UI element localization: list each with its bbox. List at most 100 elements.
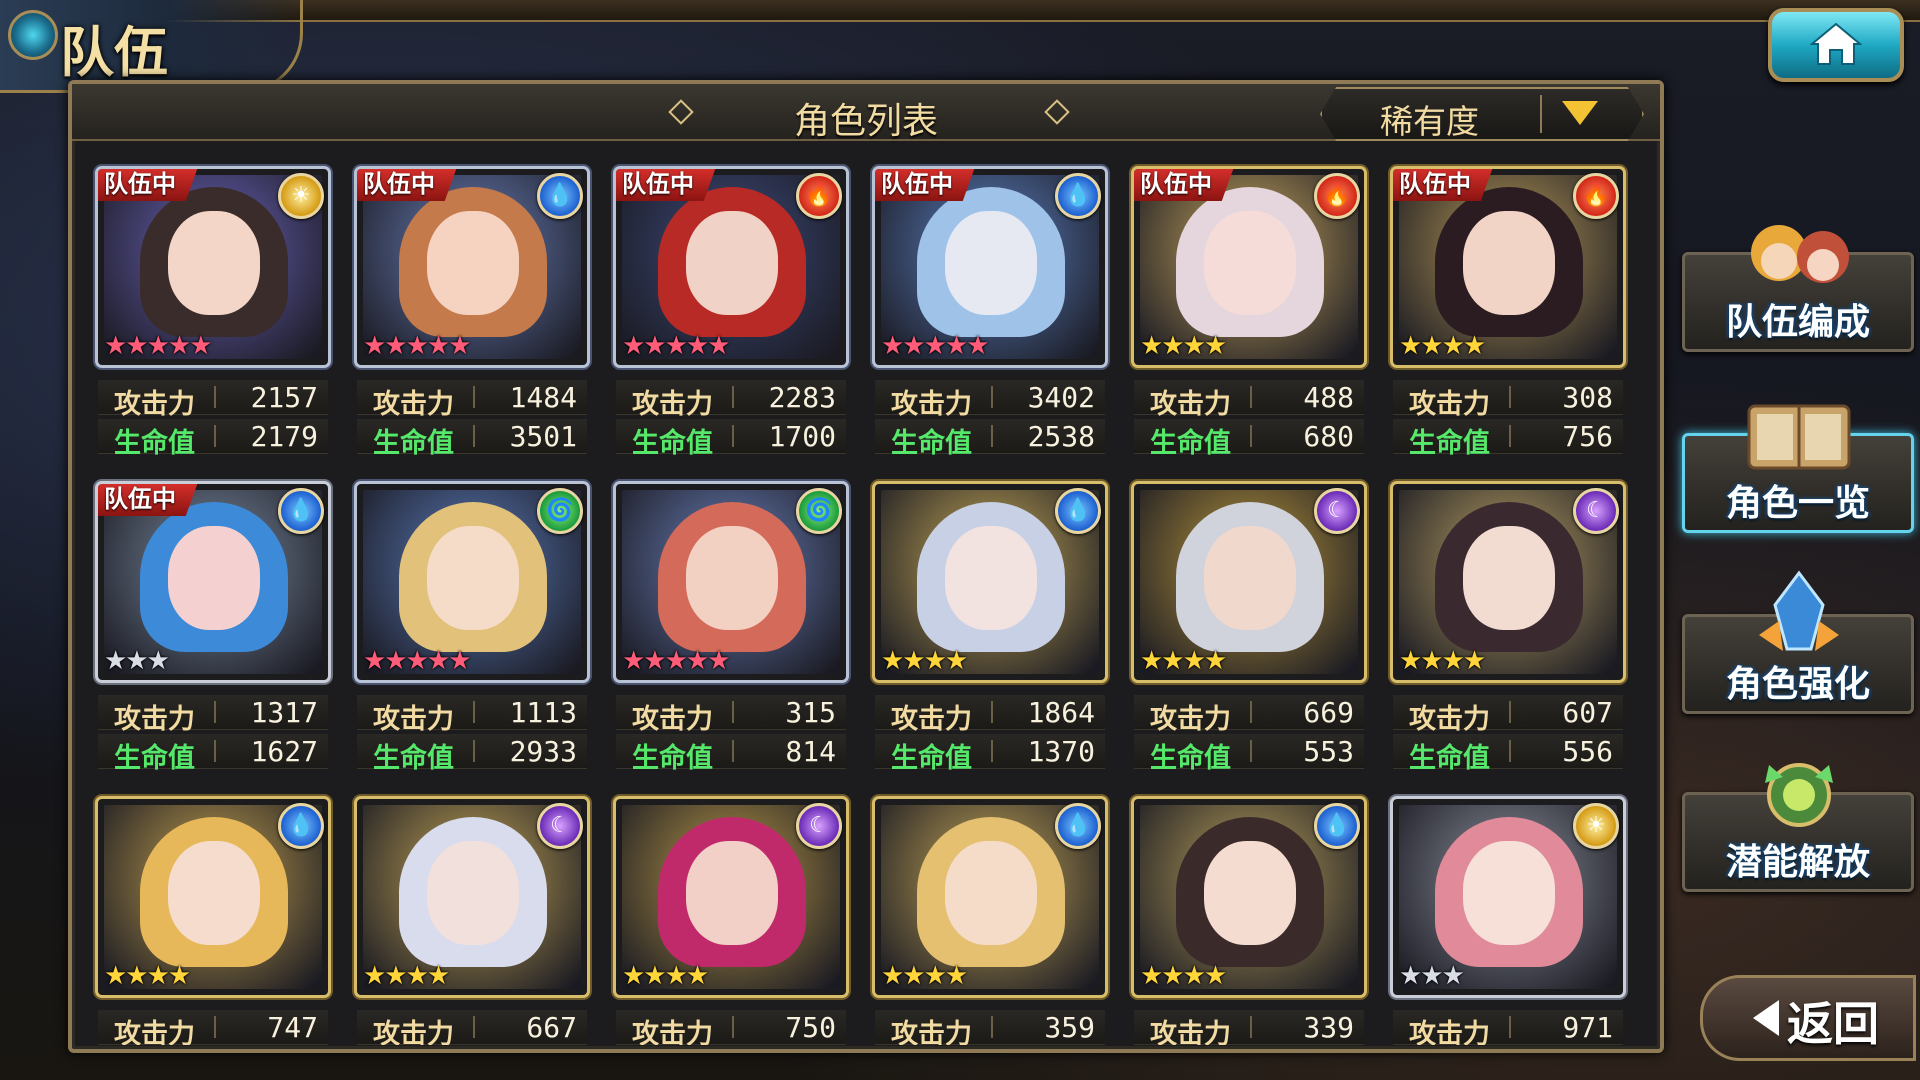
- rarity-stars: ★★★★: [1140, 961, 1227, 991]
- side-menu-button[interactable]: 角色一览: [1682, 404, 1914, 533]
- hp-label: 生命值: [1409, 428, 1490, 459]
- hp-value: 680: [1303, 420, 1354, 453]
- character-portrait[interactable]: 队伍中 🔥 ★★★★: [1393, 169, 1623, 365]
- sort-dropdown[interactable]: 稀有度: [1320, 87, 1644, 141]
- character-card[interactable]: 💧 ★★★★ 攻击力 339: [1134, 799, 1364, 1045]
- water-drop-icon: 💧: [278, 803, 324, 849]
- attack-row: 攻击力 1317: [98, 695, 328, 735]
- rarity-stars: ★★★★: [881, 646, 968, 676]
- attack-value: 667: [526, 1011, 577, 1044]
- sort-label: 稀有度: [1380, 102, 1479, 141]
- character-card[interactable]: 💧 ★★★★ 攻击力 747: [98, 799, 328, 1045]
- attack-value: 359: [1044, 1011, 1095, 1044]
- side-menu-button[interactable]: 队伍编成: [1682, 225, 1914, 352]
- character-card[interactable]: 队伍中 💧 ★★★★★ 攻击力 1484 生命值 3501: [357, 169, 587, 459]
- attack-value: 488: [1303, 381, 1354, 414]
- character-card[interactable]: ☾ ★★★★ 攻击力 669 生命值 553: [1134, 484, 1364, 774]
- character-card[interactable]: ☾ ★★★★ 攻击力 667: [357, 799, 587, 1045]
- side-menu-button[interactable]: 角色强化: [1682, 570, 1914, 714]
- hp-label: 生命值: [1150, 743, 1231, 774]
- character-card[interactable]: 🌀 ★★★★★ 攻击力 1113 生命值 2933: [357, 484, 587, 774]
- book-icon: [1747, 404, 1851, 470]
- hp-value: 1700: [768, 420, 836, 453]
- attack-label: 攻击力: [632, 1019, 713, 1045]
- character-portrait[interactable]: 队伍中 🔥 ★★★★★: [616, 169, 846, 365]
- stat-divider: [991, 701, 993, 723]
- character-card[interactable]: 🌀 ★★★★★ 攻击力 315 生命值 814: [616, 484, 846, 774]
- character-portrait[interactable]: 🌀 ★★★★★: [616, 484, 846, 680]
- rarity-stars: ★★★★★: [104, 331, 213, 361]
- hp-value: 3501: [509, 420, 577, 453]
- sun-icon: ☀: [278, 173, 324, 219]
- character-portrait[interactable]: 💧 ★★★★: [1134, 799, 1364, 995]
- attack-row: 攻击力 3402: [875, 380, 1105, 420]
- enhance-crystal-icon: [1759, 570, 1839, 651]
- character-card[interactable]: 队伍中 🔥 ★★★★ 攻击力 488 生命值 680: [1134, 169, 1364, 459]
- side-menu-button[interactable]: 潜能解放: [1682, 763, 1914, 892]
- water-drop-icon: 💧: [278, 488, 324, 534]
- in-team-badge: 队伍中: [1134, 169, 1234, 201]
- potential-orb-icon: [1765, 763, 1833, 827]
- attack-value: 1864: [1027, 696, 1095, 729]
- character-card[interactable]: ☀ ★★★ 攻击力 971: [1393, 799, 1623, 1045]
- character-card[interactable]: 队伍中 🔥 ★★★★ 攻击力 308 生命值 756: [1393, 169, 1623, 459]
- character-portrait[interactable]: 💧 ★★★★: [875, 799, 1105, 995]
- home-icon: [1810, 22, 1862, 65]
- character-card[interactable]: ☾ ★★★★ 攻击力 750: [616, 799, 846, 1045]
- character-portrait[interactable]: 💧 ★★★★: [98, 799, 328, 995]
- stat-divider: [214, 740, 216, 762]
- attack-label: 攻击力: [1150, 704, 1231, 735]
- stat-divider: [991, 425, 993, 447]
- stat-divider: [473, 701, 475, 723]
- hp-value: 814: [785, 735, 836, 768]
- attack-row: 攻击力 2157: [98, 380, 328, 420]
- character-card[interactable]: 队伍中 💧 ★★★★★ 攻击力 3402 生命值 2538: [875, 169, 1105, 459]
- character-face: [1204, 526, 1296, 630]
- in-team-badge: 队伍中: [616, 169, 716, 201]
- attack-value: 1317: [250, 696, 318, 729]
- character-face: [686, 211, 778, 315]
- character-portrait[interactable]: ☾ ★★★★: [1134, 484, 1364, 680]
- character-portrait[interactable]: 队伍中 🔥 ★★★★: [1134, 169, 1364, 365]
- home-button[interactable]: [1768, 8, 1904, 82]
- attack-row: 攻击力 747: [98, 1010, 328, 1045]
- stat-divider: [1509, 701, 1511, 723]
- character-portrait[interactable]: 🌀 ★★★★★: [357, 484, 587, 680]
- hp-label: 生命值: [1150, 428, 1231, 459]
- character-portrait[interactable]: ☾ ★★★★: [1393, 484, 1623, 680]
- character-portrait[interactable]: ☾ ★★★★: [357, 799, 587, 995]
- rarity-stars: ★★★★: [104, 961, 191, 991]
- in-team-badge: 队伍中: [357, 169, 457, 201]
- character-card[interactable]: 队伍中 🔥 ★★★★★ 攻击力 2283 生命值 1700: [616, 169, 846, 459]
- attack-value: 339: [1303, 1011, 1354, 1044]
- character-portrait[interactable]: ☾ ★★★★: [616, 799, 846, 995]
- character-card[interactable]: 💧 ★★★★ 攻击力 359: [875, 799, 1105, 1045]
- attack-label: 攻击力: [1150, 389, 1231, 420]
- hp-row: 生命值 1370: [875, 734, 1105, 774]
- character-portrait[interactable]: ☀ ★★★: [1393, 799, 1623, 995]
- character-face: [427, 526, 519, 630]
- character-portrait[interactable]: 队伍中 💧 ★★★★★: [875, 169, 1105, 365]
- moon-icon: ☾: [537, 803, 583, 849]
- character-card[interactable]: ☾ ★★★★ 攻击力 607 生命值 556: [1393, 484, 1623, 774]
- water-drop-icon: 💧: [1314, 803, 1360, 849]
- hp-row: 生命值 1627: [98, 734, 328, 774]
- character-portrait[interactable]: 💧 ★★★★: [875, 484, 1105, 680]
- hp-value: 2933: [509, 735, 577, 768]
- attack-label: 攻击力: [891, 704, 972, 735]
- team-characters-icon: [1751, 225, 1849, 283]
- character-portrait[interactable]: 队伍中 ☀ ★★★★★: [98, 169, 328, 365]
- attack-row: 攻击力 750: [616, 1010, 846, 1045]
- character-card[interactable]: 队伍中 ☀ ★★★★★ 攻击力 2157 生命值 2179: [98, 169, 328, 459]
- back-button[interactable]: 返回: [1700, 975, 1916, 1061]
- triangle-down-icon[interactable]: [1562, 101, 1598, 125]
- hp-label: 生命值: [632, 743, 713, 774]
- character-card[interactable]: 💧 ★★★★ 攻击力 1864 生命值 1370: [875, 484, 1105, 774]
- character-portrait[interactable]: 队伍中 💧 ★★★★★: [357, 169, 587, 365]
- character-card[interactable]: 队伍中 💧 ★★★ 攻击力 1317 生命值 1627: [98, 484, 328, 774]
- water-drop-icon: 💧: [1055, 488, 1101, 534]
- character-portrait[interactable]: 队伍中 💧 ★★★: [98, 484, 328, 680]
- rarity-stars: ★★★★: [363, 961, 450, 991]
- hp-label: 生命值: [373, 428, 454, 459]
- attack-label: 攻击力: [632, 704, 713, 735]
